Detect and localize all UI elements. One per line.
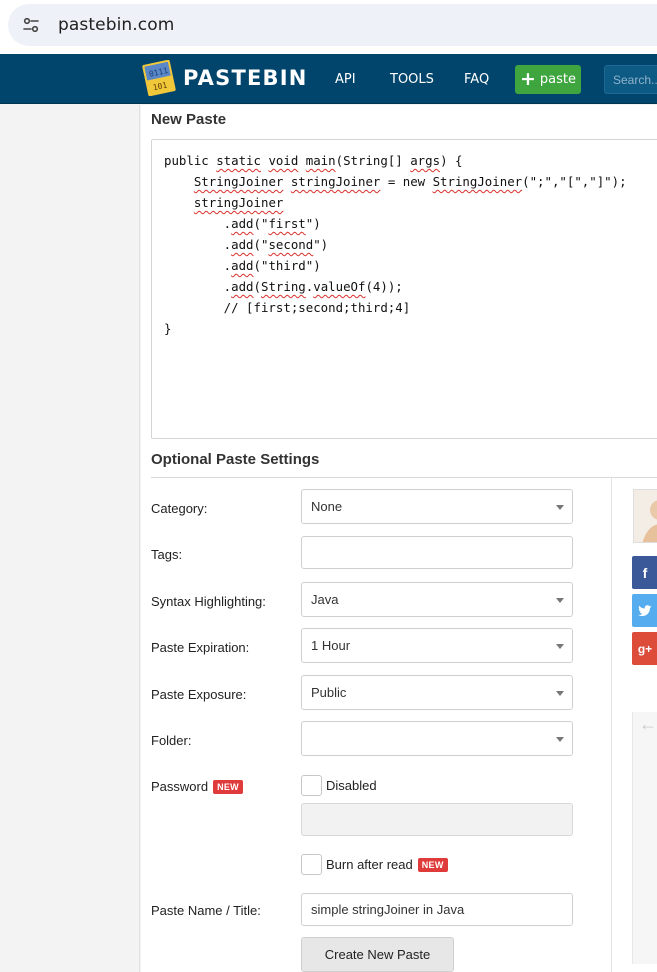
- address-bar[interactable]: pastebin.com: [8, 4, 657, 46]
- chevron-down-icon: [556, 598, 564, 603]
- left-gutter: [0, 105, 140, 972]
- nav-faq[interactable]: FAQ: [464, 72, 489, 87]
- pastebin-logo-icon: 0111 101: [142, 59, 177, 97]
- syntax-label: Syntax Highlighting:: [151, 594, 266, 609]
- password-label: Password NEW: [151, 779, 243, 794]
- sidebar-panel: [632, 712, 657, 964]
- logo-text: PASTEBIN: [183, 66, 308, 90]
- paste-name-label: Paste Name / Title:: [151, 903, 261, 918]
- burn-after-read-checkbox[interactable]: [301, 854, 322, 875]
- create-paste-button[interactable]: Create New Paste: [301, 937, 454, 972]
- settings-form: Category: None Tags: Syntax Highlighting…: [141, 105, 657, 972]
- chevron-down-icon: [556, 505, 564, 510]
- exposure-value: Public: [311, 685, 347, 700]
- chevron-down-icon: [556, 737, 564, 742]
- site-header: 0111 101 PASTEBIN API TOOLS FAQ + paste …: [0, 54, 657, 104]
- password-label-text: Password: [151, 779, 209, 794]
- arrow-left-icon[interactable]: ←: [639, 714, 657, 735]
- nav-tools[interactable]: TOOLS: [390, 72, 434, 87]
- twitter-icon[interactable]: [632, 594, 657, 627]
- url-text[interactable]: pastebin.com: [58, 15, 174, 35]
- password-checkbox[interactable]: [301, 775, 322, 796]
- burn-after-read-label: Burn after read NEW: [326, 857, 448, 872]
- browser-toolbar: pastebin.com: [0, 0, 657, 54]
- new-badge: NEW: [213, 780, 243, 794]
- new-badge: NEW: [417, 858, 448, 872]
- new-paste-button[interactable]: + paste: [515, 65, 581, 94]
- folder-select[interactable]: [301, 721, 573, 756]
- burn-after-read-text: Burn after read: [326, 857, 413, 872]
- syntax-value: Java: [311, 592, 339, 607]
- chevron-down-icon: [556, 644, 564, 649]
- category-value: None: [311, 499, 343, 514]
- folder-label: Folder:: [151, 733, 192, 748]
- tags-label: Tags:: [151, 547, 183, 562]
- site-settings-icon[interactable]: [16, 10, 46, 40]
- tags-input[interactable]: [301, 536, 573, 569]
- expiration-value: 1 Hour: [311, 638, 351, 653]
- password-disabled-label: Disabled: [326, 778, 377, 793]
- nav-api[interactable]: API: [335, 72, 356, 87]
- plus-icon: +: [519, 68, 536, 90]
- exposure-select[interactable]: Public: [301, 675, 573, 710]
- pastebin-logo[interactable]: 0111 101 PASTEBIN: [142, 59, 308, 97]
- avatar[interactable]: [633, 489, 657, 543]
- new-paste-label: paste: [539, 72, 576, 87]
- google-plus-icon[interactable]: g+: [632, 632, 657, 665]
- category-select[interactable]: None: [301, 489, 573, 524]
- category-label: Category:: [151, 501, 208, 516]
- password-input[interactable]: [301, 803, 573, 836]
- facebook-icon[interactable]: f: [632, 556, 657, 589]
- syntax-select[interactable]: Java: [301, 582, 573, 617]
- search-input[interactable]: Search...: [604, 65, 657, 94]
- expiration-label: Paste Expiration:: [151, 640, 250, 655]
- expiration-select[interactable]: 1 Hour: [301, 628, 573, 663]
- paste-name-input[interactable]: simple stringJoiner in Java: [301, 893, 573, 926]
- chevron-down-icon: [556, 691, 564, 696]
- exposure-label: Paste Exposure:: [151, 687, 247, 702]
